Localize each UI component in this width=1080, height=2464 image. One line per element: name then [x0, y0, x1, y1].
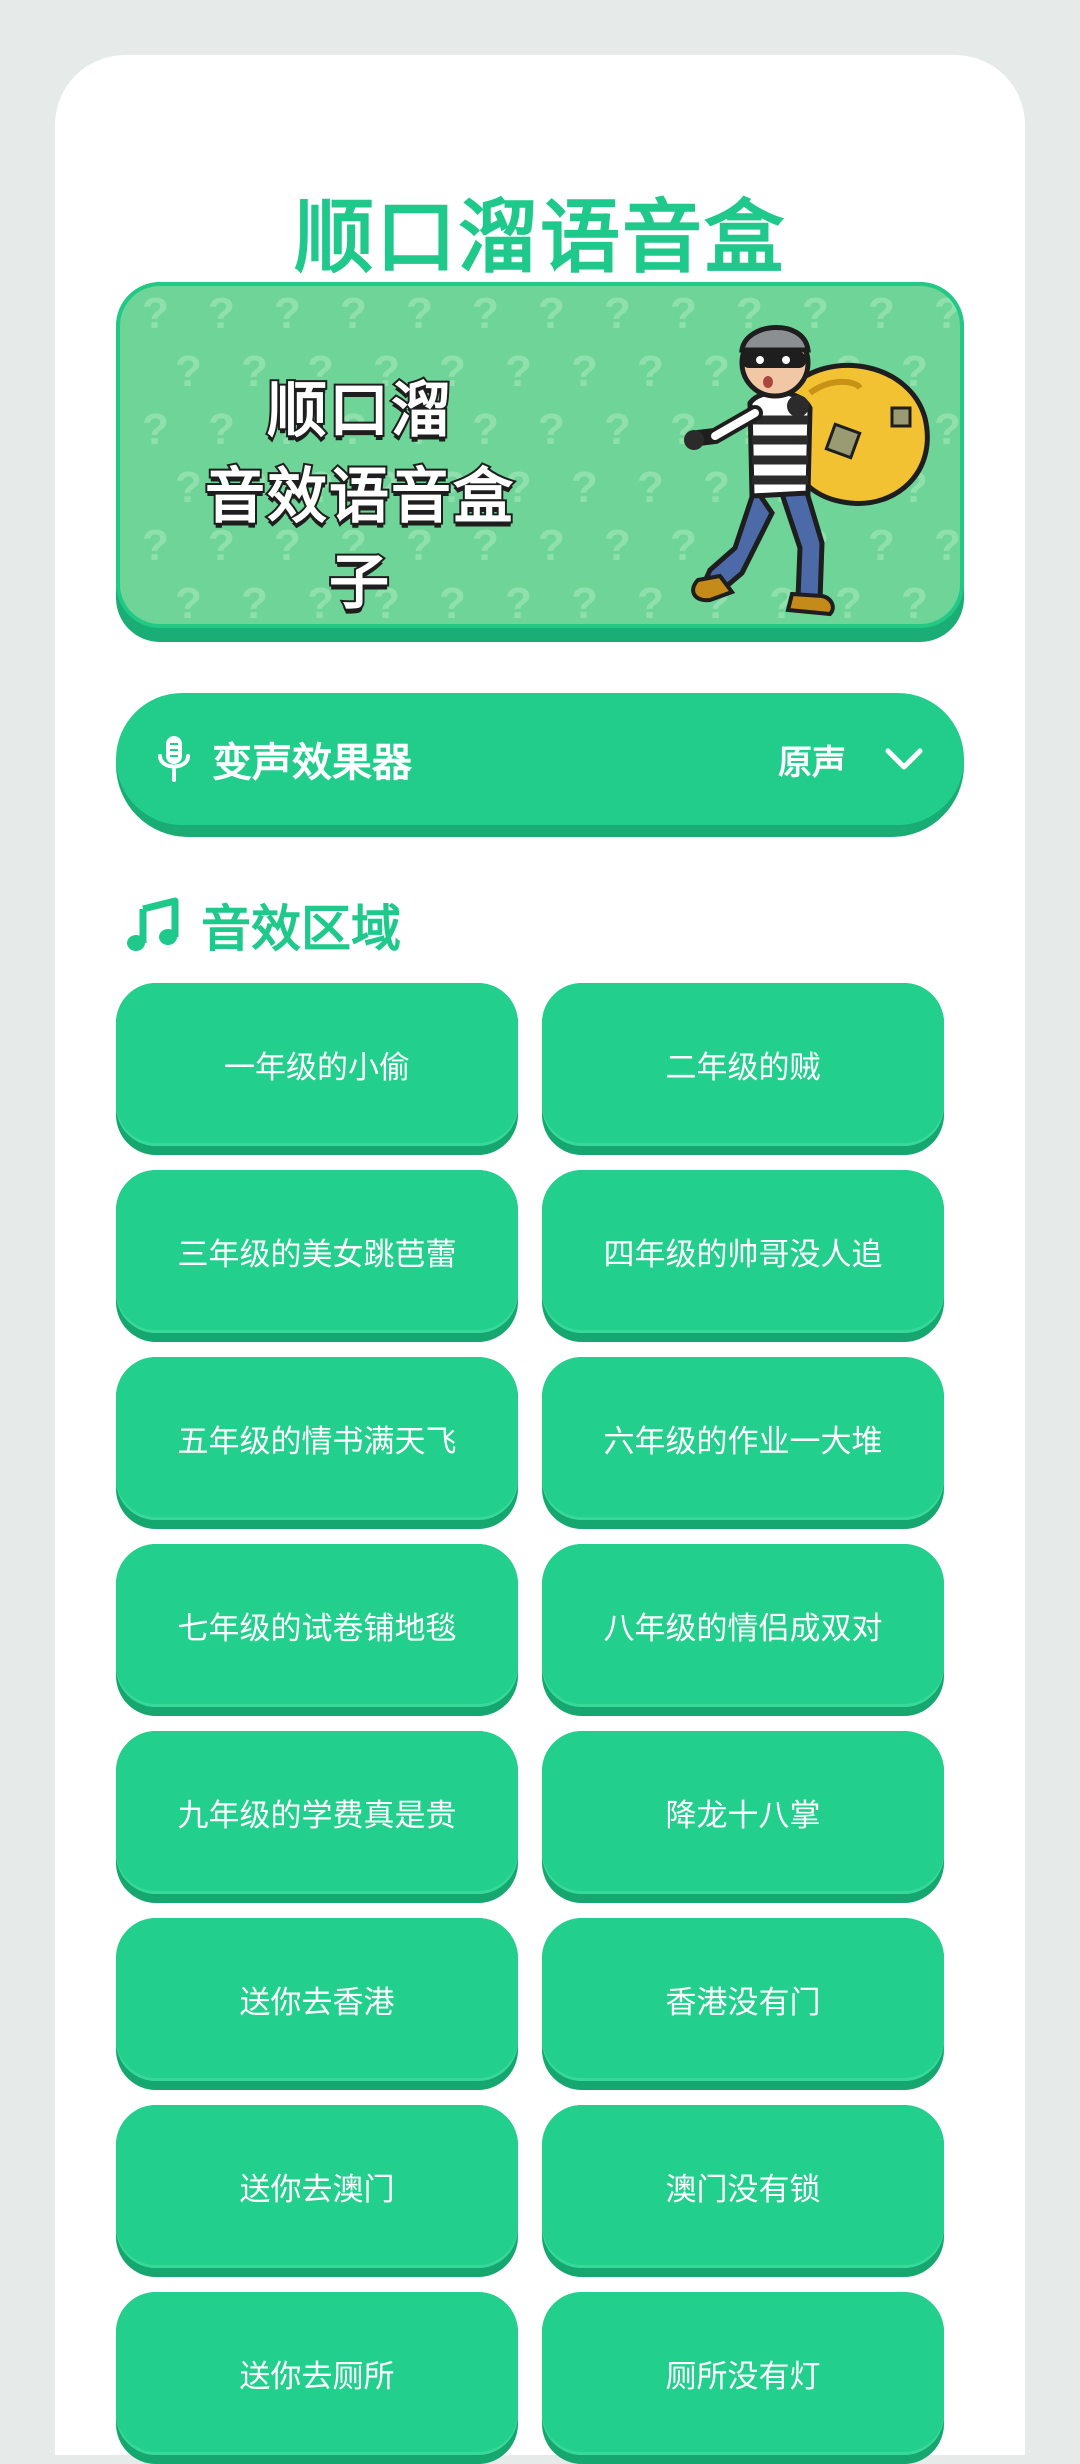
sound-button[interactable]: 九年级的学费真是贵 — [116, 1731, 518, 1894]
main-card: 顺口溜语音盒 ?????????????????????????????????… — [55, 55, 1025, 2464]
sound-button[interactable]: 七年级的试卷铺地毯 — [116, 1544, 518, 1707]
banner: ????????????????????????????????????????… — [116, 282, 964, 642]
banner-line-1: 顺口溜 — [265, 374, 453, 448]
question-mark-glyph: ? — [340, 289, 367, 338]
sound-button-wrapper[interactable]: 三年级的美女跳芭蕾 — [116, 1170, 518, 1342]
sound-button[interactable]: 三年级的美女跳芭蕾 — [116, 1170, 518, 1333]
question-mark-glyph: ? — [637, 579, 664, 628]
sound-button-wrapper[interactable]: 送你去澳门 — [116, 2105, 518, 2277]
voice-changer-title: 变声效果器 — [212, 740, 412, 786]
question-mark-glyph: ? — [538, 405, 565, 454]
question-mark-glyph: ? — [472, 289, 499, 338]
sound-button[interactable]: 二年级的贼 — [542, 983, 944, 1146]
question-mark-glyph: ? — [538, 521, 565, 570]
sound-button-wrapper[interactable]: 香港没有门 — [542, 1918, 944, 2090]
sound-button-wrapper[interactable]: 降龙十八掌 — [542, 1731, 944, 1903]
sound-button[interactable]: 六年级的作业一大堆 — [542, 1357, 944, 1520]
question-mark-glyph: ? — [637, 463, 664, 512]
sound-button-wrapper[interactable]: 一年级的小偷 — [116, 983, 518, 1155]
sound-section-header: 音效区域 — [125, 885, 401, 965]
voice-changer-selected-value: 原声 — [778, 742, 846, 783]
question-mark-glyph: ? — [142, 521, 169, 570]
sound-button[interactable]: 厕所没有灯 — [542, 2292, 944, 2455]
sound-button-wrapper[interactable]: 厕所没有灯 — [542, 2292, 944, 2464]
question-mark-glyph: ? — [604, 289, 631, 338]
sound-button[interactable]: 香港没有门 — [542, 1918, 944, 2081]
question-mark-glyph: ? — [571, 579, 598, 628]
voice-changer-dropdown[interactable]: 变声效果器 原声 — [116, 693, 964, 837]
music-note-icon — [127, 897, 179, 951]
voice-changer-bar[interactable]: 变声效果器 原声 — [116, 693, 964, 825]
question-mark-glyph: ? — [604, 405, 631, 454]
question-mark-glyph: ? — [208, 289, 235, 338]
sound-button[interactable]: 一年级的小偷 — [116, 983, 518, 1146]
sound-button-wrapper[interactable]: 八年级的情侣成双对 — [542, 1544, 944, 1716]
sound-button[interactable]: 澳门没有锁 — [542, 2105, 944, 2268]
sound-button[interactable]: 八年级的情侣成双对 — [542, 1544, 944, 1707]
sound-button[interactable]: 送你去澳门 — [116, 2105, 518, 2268]
section-title: 音效区域 — [201, 900, 401, 958]
sound-button[interactable]: 降龙十八掌 — [542, 1731, 944, 1894]
sound-button-wrapper[interactable]: 六年级的作业一大堆 — [542, 1357, 944, 1529]
banner-text: 顺口溜 音效语音盒子 — [180, 368, 540, 624]
banner-inner: ????????????????????????????????????????… — [116, 282, 964, 628]
question-mark-glyph: ? — [571, 347, 598, 396]
sound-button-wrapper[interactable]: 二年级的贼 — [542, 983, 944, 1155]
microphone-icon — [158, 736, 190, 782]
question-mark-glyph: ? — [142, 289, 169, 338]
question-mark-glyph: ? — [274, 289, 301, 338]
banner-line-2: 音效语音盒子 — [203, 460, 515, 620]
sound-button-wrapper[interactable]: 九年级的学费真是贵 — [116, 1731, 518, 1903]
sound-button[interactable]: 四年级的帅哥没人追 — [542, 1170, 944, 1333]
question-mark-glyph: ? — [538, 289, 565, 338]
question-mark-glyph: ? — [571, 463, 598, 512]
sound-button-wrapper[interactable]: 送你去厕所 — [116, 2292, 518, 2464]
sound-button-wrapper[interactable]: 四年级的帅哥没人追 — [542, 1170, 944, 1342]
sound-button[interactable]: 送你去厕所 — [116, 2292, 518, 2455]
sound-button-wrapper[interactable]: 七年级的试卷铺地毯 — [116, 1544, 518, 1716]
sound-button-wrapper[interactable]: 五年级的情书满天飞 — [116, 1357, 518, 1529]
question-mark-glyph: ? — [604, 521, 631, 570]
sound-button-wrapper[interactable]: 送你去香港 — [116, 1918, 518, 2090]
thief-illustration — [684, 325, 930, 617]
sound-button-wrapper[interactable]: 澳门没有锁 — [542, 2105, 944, 2277]
question-mark-glyph: ? — [637, 347, 664, 396]
page-title: 顺口溜语音盒 — [294, 191, 786, 284]
question-mark-glyph: ? — [142, 405, 169, 454]
chevron-down-icon[interactable] — [884, 746, 924, 772]
question-mark-glyph: ? — [406, 289, 433, 338]
sound-button[interactable]: 五年级的情书满天飞 — [116, 1357, 518, 1520]
sound-button[interactable]: 送你去香港 — [116, 1918, 518, 2081]
